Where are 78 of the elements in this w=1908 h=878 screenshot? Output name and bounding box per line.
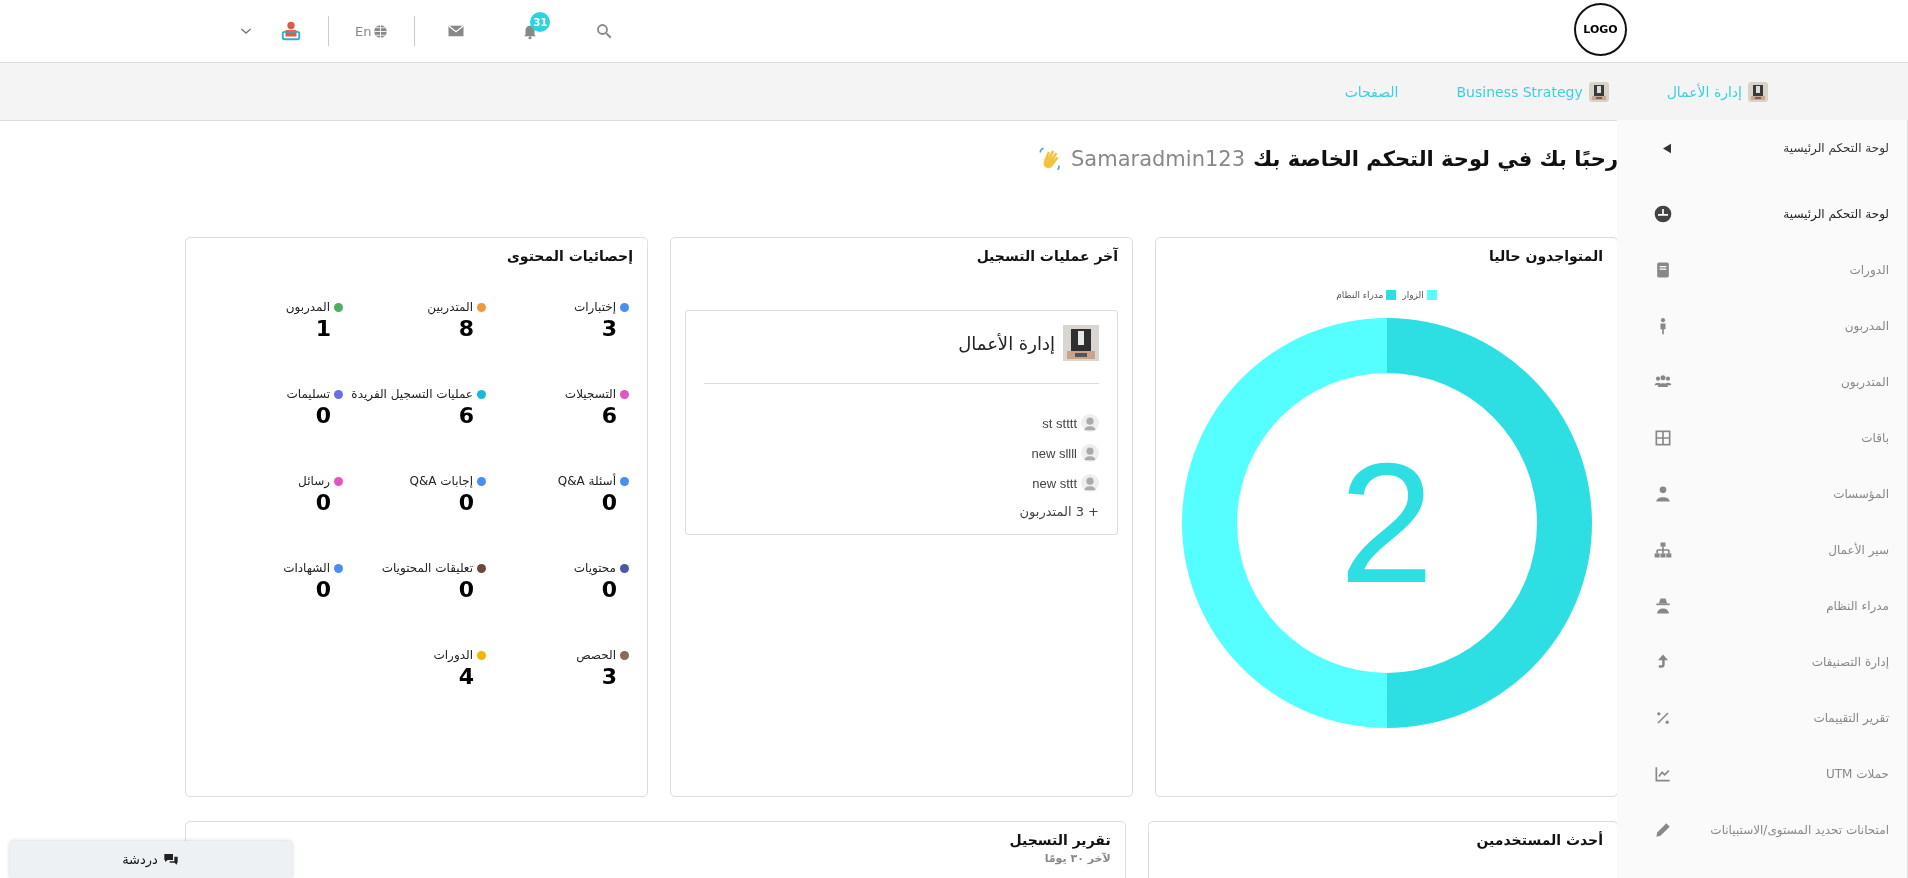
- spy-icon: [1653, 596, 1673, 616]
- stat-value: 6: [600, 403, 617, 428]
- stat-value: 8: [457, 316, 474, 341]
- student-name: new sllll: [1031, 445, 1077, 461]
- welcome-heading: رحبًا بك في لوحة التحكم الخاصة بك: [1253, 147, 1618, 171]
- card-title: تقرير التسجيل: [1008, 832, 1111, 848]
- legend-swatch: [1426, 290, 1437, 300]
- stat-label: إختبارات: [573, 300, 616, 314]
- card-subtitle: لآخر ٣٠ يومًا: [1043, 852, 1111, 865]
- more-students-link[interactable]: + 3 المتدربون: [1019, 504, 1099, 519]
- stat-label: المتدربين: [427, 300, 473, 314]
- stat-value: 0: [600, 577, 617, 602]
- caret-icon[interactable]: [1663, 142, 1671, 154]
- stat-label: رسائل: [298, 474, 330, 488]
- stat-value: 4: [457, 664, 474, 689]
- language-button[interactable]: En: [355, 23, 389, 39]
- sidebar-item[interactable]: المؤسسات: [1617, 466, 1907, 522]
- sidebar-item[interactable]: مدراء النظام: [1617, 578, 1907, 634]
- sidebar-header: لوحة التحكم الرئيسية: [1783, 141, 1889, 155]
- search-icon[interactable]: [595, 22, 614, 40]
- donut-total: 2: [1339, 438, 1434, 608]
- stat-label: الحصص: [576, 648, 616, 662]
- stat-value: 1: [314, 316, 331, 341]
- card-title: المتواجدون حاليا: [1488, 248, 1603, 264]
- card-title: إحصائيات المحتوى: [506, 248, 633, 264]
- notification-badge: 31: [530, 12, 551, 32]
- sidebar-item[interactable]: باقات: [1617, 410, 1907, 466]
- user-avatar-icon[interactable]: [280, 20, 302, 42]
- stat-label: الدورات: [433, 648, 473, 662]
- stat-label: التسجيلات: [564, 387, 616, 401]
- stat-value: 0: [314, 490, 331, 515]
- chat-button[interactable]: دردشة: [10, 841, 292, 878]
- username: Samaradmin123: [1071, 147, 1246, 171]
- sidebar-item[interactable]: لوحة التحكم الرئيسية: [1617, 186, 1907, 242]
- sidebar-item[interactable]: المدربون: [1617, 298, 1907, 354]
- stat-value: 3: [600, 316, 617, 341]
- stat-label: عمليات التسجيل الفريدة: [351, 387, 473, 401]
- sidebar-item[interactable]: حملات UTM: [1617, 746, 1907, 802]
- stat-label: الشهادات: [283, 561, 330, 575]
- sitemap-icon: [1653, 540, 1673, 560]
- stat-label: أسئلة Q&A: [557, 474, 616, 488]
- stat-value: 0: [314, 403, 331, 428]
- logo[interactable]: LOGO: [1574, 3, 1627, 56]
- stat-label: المدربون: [285, 300, 330, 314]
- stat-label: تسليمات: [286, 387, 330, 401]
- avatar-icon: [1081, 414, 1099, 432]
- card-title: آخر عمليات التسجيل: [975, 248, 1118, 264]
- sidebar-item[interactable]: تقرير التقييمات: [1617, 690, 1907, 746]
- pencil-icon: [1653, 820, 1673, 840]
- stat-label: إجابات Q&A: [409, 474, 473, 488]
- sidebar-item[interactable]: المتدربون: [1617, 354, 1907, 410]
- avatar-icon: [1081, 444, 1099, 462]
- stat-value: 0: [457, 577, 474, 602]
- legend-label: الزوار: [1402, 290, 1424, 300]
- stat-value: 3: [600, 664, 617, 689]
- stat-label: محتويات: [573, 561, 616, 575]
- stat-value: 0: [600, 490, 617, 515]
- sidebar-item[interactable]: إدارة التصنيفات: [1617, 634, 1907, 690]
- avatar-icon: [1081, 474, 1099, 492]
- legend-label: مدراء النظام: [1336, 290, 1384, 300]
- stat-value: 6: [457, 403, 474, 428]
- course-title: إدارة الأعمال: [958, 332, 1055, 354]
- card-title: أحدث المستخدمين: [1475, 832, 1603, 848]
- student-name: st stttt: [1042, 415, 1077, 431]
- sidebar-item[interactable]: الدورات: [1617, 242, 1907, 298]
- waving-hand-icon: [1037, 146, 1063, 172]
- dashboard-icon: [1653, 204, 1673, 224]
- globe-icon: [373, 23, 389, 39]
- line-chart-icon: [1653, 764, 1673, 784]
- stat-value: 0: [457, 490, 474, 515]
- sidebar-item[interactable]: سير الأعمال: [1617, 522, 1907, 578]
- stat-label: تعليقات المحتويات: [381, 561, 473, 575]
- sidebar-item[interactable]: امتحانات تحديد المستوى/الاستبيانات: [1617, 802, 1907, 858]
- grid-icon: [1653, 428, 1673, 448]
- legend-swatch: [1386, 290, 1397, 300]
- stat-value: 0: [314, 577, 331, 602]
- user-icon: [1653, 484, 1673, 504]
- student-name: new sttt: [1032, 475, 1077, 491]
